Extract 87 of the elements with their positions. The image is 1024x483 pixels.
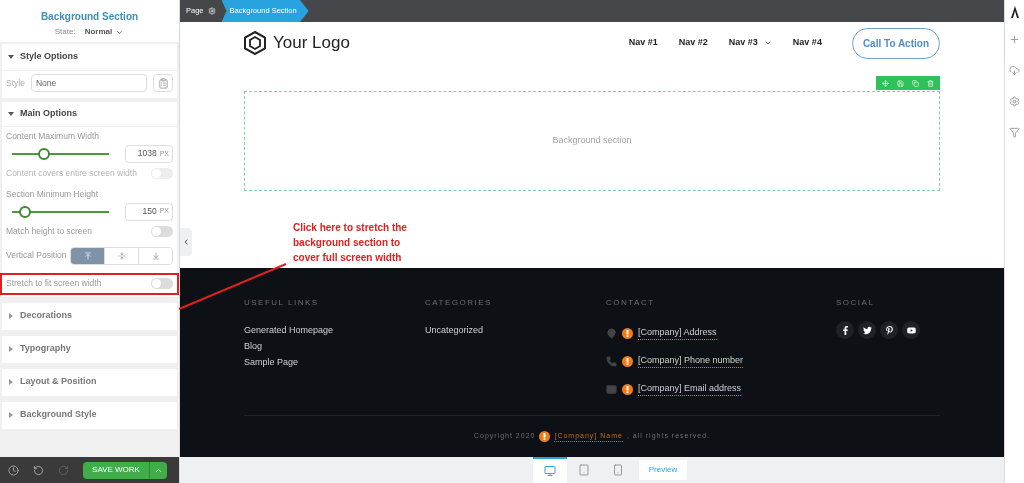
hexagon-logo-icon bbox=[244, 31, 266, 55]
phone-icon bbox=[611, 464, 624, 476]
slider-thumb[interactable] bbox=[38, 147, 50, 160]
caret-icon bbox=[8, 54, 14, 60]
youtube-icon bbox=[906, 325, 916, 335]
nav-link[interactable]: Nav #4 bbox=[792, 36, 822, 50]
position-option[interactable] bbox=[71, 247, 105, 264]
warning-icon bbox=[622, 355, 633, 367]
settings-icon[interactable] bbox=[1009, 96, 1020, 107]
caret-icon bbox=[8, 313, 14, 319]
trash-icon[interactable] bbox=[927, 79, 934, 87]
style-manager-button[interactable] bbox=[153, 74, 173, 92]
desktop-icon bbox=[543, 465, 556, 477]
footer-link[interactable]: Blog bbox=[244, 338, 425, 354]
add-icon[interactable] bbox=[1009, 34, 1020, 45]
copy-icon[interactable] bbox=[912, 79, 919, 87]
pinterest-button[interactable] bbox=[880, 321, 898, 339]
settings-icon bbox=[207, 7, 216, 15]
section-header[interactable]: Background Style bbox=[2, 401, 177, 429]
facebook-button[interactable] bbox=[836, 321, 854, 339]
email-icon bbox=[606, 383, 617, 395]
history-icon[interactable] bbox=[8, 464, 19, 476]
phone-icon bbox=[606, 355, 617, 367]
slider-label: Section Minimum Height bbox=[6, 187, 100, 201]
contact-link[interactable]: [Company] Email address bbox=[638, 381, 742, 397]
footer-link[interactable]: Uncategorized bbox=[425, 322, 606, 338]
style-field[interactable]: None bbox=[30, 74, 147, 92]
undo-icon[interactable] bbox=[33, 464, 44, 476]
save-options-button[interactable] bbox=[149, 461, 167, 479]
toggle-label: Stretch to fit screen width bbox=[6, 277, 102, 290]
warning-icon bbox=[539, 431, 551, 442]
footer-link[interactable]: Sample Page bbox=[244, 354, 425, 370]
nav-link[interactable]: Nav #1 bbox=[628, 36, 658, 50]
device-button[interactable] bbox=[532, 457, 567, 483]
style-label: Style bbox=[6, 76, 25, 90]
position-option[interactable] bbox=[138, 247, 172, 264]
warning-icon bbox=[622, 327, 633, 339]
footer-link[interactable]: Generated Homepage bbox=[244, 322, 425, 338]
section-header[interactable]: Typography bbox=[2, 335, 177, 363]
app-logo-icon bbox=[1009, 6, 1020, 18]
align-icon bbox=[117, 251, 126, 260]
panel-title: Background Section bbox=[40, 10, 139, 24]
slider-thumb[interactable] bbox=[18, 205, 31, 218]
toggle-label: Match height to screen bbox=[6, 225, 92, 238]
redo-icon[interactable] bbox=[58, 464, 69, 476]
caret-icon bbox=[8, 412, 14, 418]
clipboard-icon bbox=[157, 77, 169, 89]
toggle-switch[interactable] bbox=[151, 226, 173, 237]
footer-heading: CONTACT bbox=[606, 297, 656, 309]
pinterest-icon bbox=[884, 325, 894, 335]
chevron-icon bbox=[182, 238, 190, 246]
nav-link[interactable]: Nav #3 bbox=[728, 36, 772, 50]
twitter-icon bbox=[862, 325, 872, 335]
cloud-download-icon[interactable] bbox=[1009, 65, 1020, 76]
section-header[interactable]: Layout & Position bbox=[2, 368, 177, 396]
footer-heading: USEFUL LINKS bbox=[244, 297, 320, 309]
state-dropdown[interactable]: Normal bbox=[84, 26, 125, 38]
filter-icon[interactable] bbox=[1009, 127, 1020, 138]
move-icon[interactable] bbox=[882, 79, 889, 87]
footer-heading: CATEGORIES bbox=[425, 297, 493, 309]
caret-icon bbox=[8, 379, 14, 385]
vertical-position-label: Vertical Position bbox=[6, 249, 67, 262]
toggle-switch[interactable] bbox=[151, 278, 173, 289]
align-icon bbox=[83, 251, 92, 260]
section-header[interactable]: Main Options bbox=[2, 102, 177, 126]
section-header[interactable]: Style Options bbox=[2, 44, 177, 70]
chevron-icon bbox=[763, 39, 772, 47]
section-header[interactable]: Decorations bbox=[2, 302, 177, 330]
slider-label: Content Maximum Width bbox=[6, 130, 101, 143]
twitter-button[interactable] bbox=[858, 321, 876, 339]
caret-icon bbox=[8, 346, 14, 352]
toggle-label: Content covers entire screen width bbox=[6, 167, 137, 181]
facebook-icon bbox=[840, 325, 850, 335]
contact-link[interactable]: [Company] Address bbox=[638, 325, 717, 341]
map-pin-icon bbox=[606, 327, 617, 339]
tablet-icon bbox=[577, 464, 590, 476]
footer-heading: SOCIAL bbox=[836, 297, 876, 309]
caret-icon bbox=[8, 111, 14, 117]
state-label: State: bbox=[54, 26, 76, 38]
youtube-button[interactable] bbox=[902, 321, 920, 339]
align-icon bbox=[151, 251, 160, 260]
contact-link[interactable]: [Company] Phone number bbox=[638, 353, 744, 369]
logo-text: Your Logo bbox=[273, 32, 350, 55]
annotation-text: Click here to stretch the background section to cover full screen width bbox=[293, 221, 408, 265]
warning-icon bbox=[622, 383, 633, 395]
section-placeholder: Background section bbox=[552, 134, 632, 148]
nav-link[interactable]: Nav #2 bbox=[678, 36, 708, 50]
